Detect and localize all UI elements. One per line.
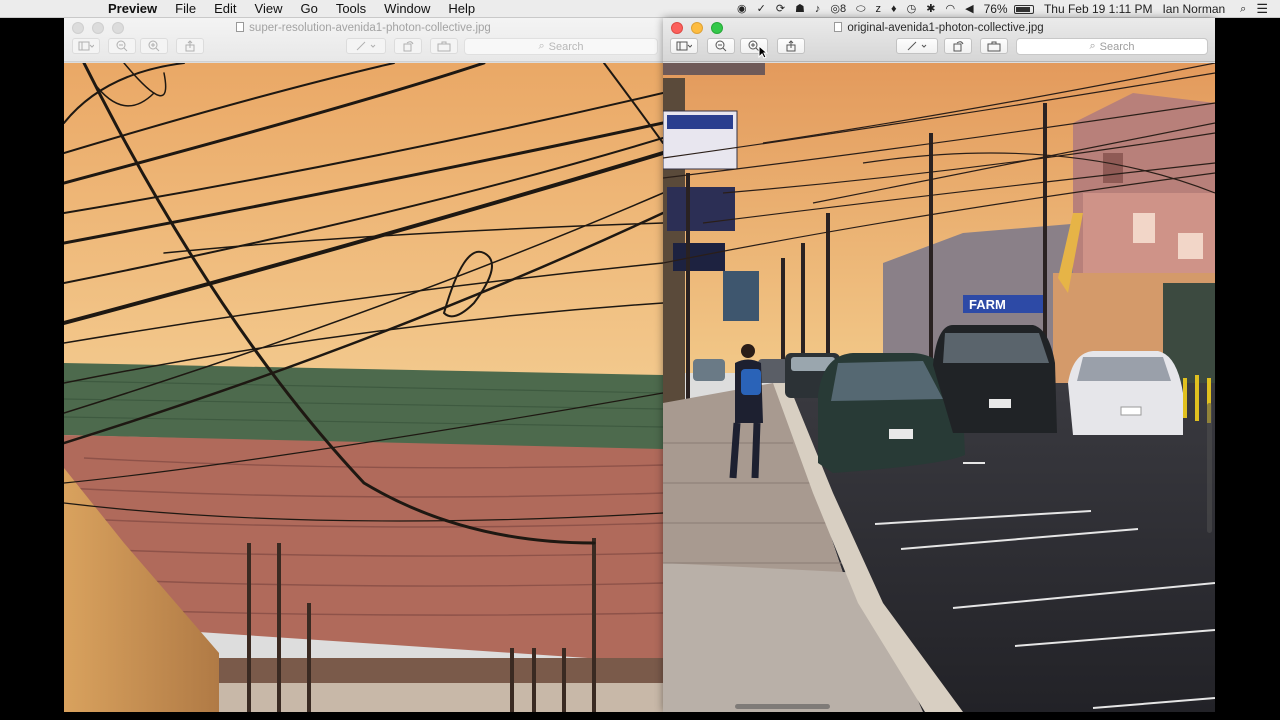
vertical-scrollbar[interactable] [1207, 403, 1212, 533]
sleep-icon[interactable]: z [876, 0, 882, 18]
left-preview-window: super-resolution-avenida1-photon-collect… [64, 18, 663, 712]
menu-file[interactable]: File [166, 0, 205, 18]
sidebar-icon [78, 41, 94, 51]
zoom-in-icon [148, 40, 160, 52]
bell-icon[interactable]: ♪ [815, 0, 821, 18]
share-icon [185, 40, 195, 52]
notification-list-icon[interactable]: ☰ [1256, 0, 1268, 18]
flame-icon[interactable]: ♦ [891, 0, 897, 18]
ghost-icon[interactable]: ☗ [795, 0, 805, 18]
search-icon: ⌕ [538, 40, 545, 52]
right-window-title: original-avenida1-photon-collective.jpg [847, 22, 1044, 34]
right-rotate-button[interactable] [944, 38, 972, 54]
left-rotate-button[interactable] [394, 38, 422, 54]
menu-edit[interactable]: Edit [205, 0, 245, 18]
left-window-title: super-resolution-avenida1-photon-collect… [249, 22, 491, 34]
share-icon [786, 40, 796, 52]
record-icon[interactable]: ◉ [737, 0, 747, 18]
menu-help[interactable]: Help [439, 0, 484, 18]
rotate-icon [953, 41, 964, 52]
sync-icon[interactable]: ⟳ [776, 0, 785, 18]
right-titlebar: original-avenida1-photon-collective.jpg … [663, 18, 1215, 62]
battery-icon [1013, 5, 1034, 15]
check-icon[interactable]: ✓ [757, 0, 766, 18]
volume-icon[interactable]: ◀ [965, 0, 973, 18]
spotlight-icon[interactable]: ⌕ [1240, 0, 1246, 18]
rotate-icon [403, 41, 414, 52]
markup-pen-icon [356, 41, 376, 51]
status-area: ◉ ✓ ⟳ ☗ ♪ ◎8 ⬭ z ♦ ◷ ✱ ◠ ◀ 76% Thu Feb 1… [732, 0, 1280, 18]
badge-count: 8 [840, 3, 847, 15]
zoom-out-icon [715, 40, 727, 52]
left-window-title-row: super-resolution-avenida1-photon-collect… [64, 20, 663, 36]
search-icon: ⌕ [1089, 40, 1096, 52]
markup-pen-icon [907, 41, 927, 51]
left-sidebar-button[interactable] [72, 38, 100, 54]
left-markup-button[interactable] [346, 38, 386, 54]
menu-window[interactable]: Window [375, 0, 439, 18]
right-image-canvas[interactable]: FARM [663, 63, 1215, 712]
toolbox-icon [987, 41, 1001, 52]
left-titlebar: super-resolution-avenida1-photon-collect… [64, 18, 663, 62]
menu-tools[interactable]: Tools [327, 0, 375, 18]
menu-view[interactable]: View [246, 0, 292, 18]
clock[interactable]: Thu Feb 19 1:11 PM [1044, 0, 1153, 18]
drive-icon[interactable]: ⬭ [856, 0, 865, 18]
right-markup-button[interactable] [896, 38, 938, 54]
wifi-icon[interactable]: ◠ [946, 0, 956, 18]
right-search-field[interactable]: ⌕ Search [1016, 38, 1208, 55]
battery-status[interactable]: 76% [984, 0, 1034, 18]
mouse-cursor-icon [758, 45, 768, 59]
super-resolution-photo [64, 63, 663, 712]
right-zoom-out-button[interactable] [707, 38, 735, 54]
left-search-placeholder: Search [548, 40, 584, 53]
document-icon [236, 22, 245, 32]
right-window-title-row: original-avenida1-photon-collective.jpg [663, 20, 1215, 36]
sidebar-icon [676, 41, 692, 51]
menu-bar: Preview File Edit View Go Tools Window H… [0, 0, 1280, 18]
right-sidebar-button[interactable] [670, 38, 698, 54]
left-search-field[interactable]: ⌕ Search [464, 38, 658, 55]
time-machine-icon[interactable]: ◷ [907, 0, 917, 18]
user-name[interactable]: Ian Norman [1162, 0, 1225, 18]
left-toolbox-button[interactable] [430, 38, 458, 54]
horizontal-scrollbar[interactable] [735, 704, 830, 709]
battery-percent: 76% [983, 2, 1008, 16]
left-zoom-out-button[interactable] [108, 38, 136, 54]
zoom-out-icon [116, 40, 128, 52]
bluetooth-icon[interactable]: ✱ [926, 0, 935, 18]
left-image-canvas[interactable] [64, 63, 663, 712]
menu-app-preview[interactable]: Preview [98, 0, 166, 18]
left-share-button[interactable] [176, 38, 204, 54]
menu-go[interactable]: Go [291, 0, 326, 18]
farm-sign-text: FARM [969, 297, 1006, 312]
right-preview-window: original-avenida1-photon-collective.jpg … [663, 18, 1215, 712]
document-icon [834, 22, 843, 32]
toolbox-icon [437, 41, 451, 52]
cc-icon[interactable]: ◎8 [830, 0, 846, 18]
original-street-photo: FARM [663, 63, 1215, 712]
left-zoom-in-button[interactable] [140, 38, 168, 54]
right-share-button[interactable] [777, 38, 805, 54]
right-toolbox-button[interactable] [980, 38, 1008, 54]
right-search-placeholder: Search [1099, 40, 1135, 53]
